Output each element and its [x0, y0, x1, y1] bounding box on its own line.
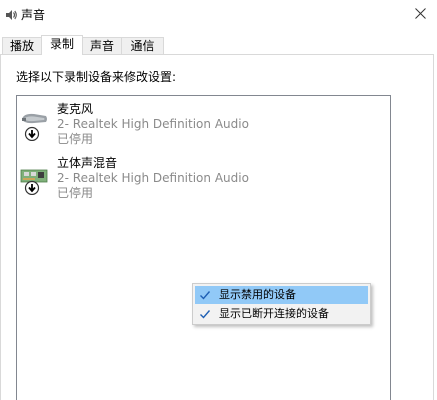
tab-sounds[interactable]: 声音 [82, 37, 122, 54]
menu-item-show-disabled-devices[interactable]: 显示禁用的设备 [195, 286, 368, 304]
title-bar: 声音 [0, 0, 437, 30]
list-item-microphone[interactable]: 麦克风 2- Realtek High Definition Audio 已停用 [17, 99, 387, 149]
instruction-text: 选择以下录制设备来修改设置: [16, 70, 177, 84]
speaker-icon [4, 8, 18, 22]
device-description: 2- Realtek High Definition Audio [57, 117, 249, 131]
close-button[interactable] [403, 0, 437, 30]
close-icon [414, 8, 426, 22]
device-name: 麦克风 [57, 102, 94, 116]
sound-dialog: 声音 播放 录制 声音 通信 选择以下录制设备来修改设置: 麦克风 2- Rea… [0, 0, 437, 400]
context-menu: 显示禁用的设备 显示已断开连接的设备 [192, 283, 371, 325]
device-status: 已停用 [57, 186, 94, 200]
microphone-icon [20, 105, 50, 142]
checkmark-icon [199, 308, 211, 320]
device-status: 已停用 [57, 132, 94, 146]
menu-item-label: 显示已断开连接的设备 [219, 307, 329, 320]
tab-strip: 播放 录制 声音 通信 [0, 35, 437, 55]
tab-recording[interactable]: 录制 [41, 35, 83, 55]
checkmark-icon [199, 289, 211, 301]
recording-panel: 选择以下录制设备来修改设置: 麦克风 2- Realtek High Defin… [0, 54, 434, 400]
sound-card-icon [20, 159, 50, 196]
menu-item-label: 显示禁用的设备 [219, 288, 296, 301]
window-title: 声音 [21, 8, 46, 22]
list-item-stereo-mix[interactable]: 立体声混音 2- Realtek High Definition Audio 已… [17, 153, 387, 203]
menu-item-show-disconnected-devices[interactable]: 显示已断开连接的设备 [195, 305, 368, 323]
tab-communications[interactable]: 通信 [121, 37, 164, 54]
tab-playback[interactable]: 播放 [2, 37, 42, 54]
device-name: 立体声混音 [57, 156, 118, 170]
device-description: 2- Realtek High Definition Audio [57, 171, 249, 185]
device-list[interactable]: 麦克风 2- Realtek High Definition Audio 已停用 [16, 95, 391, 400]
